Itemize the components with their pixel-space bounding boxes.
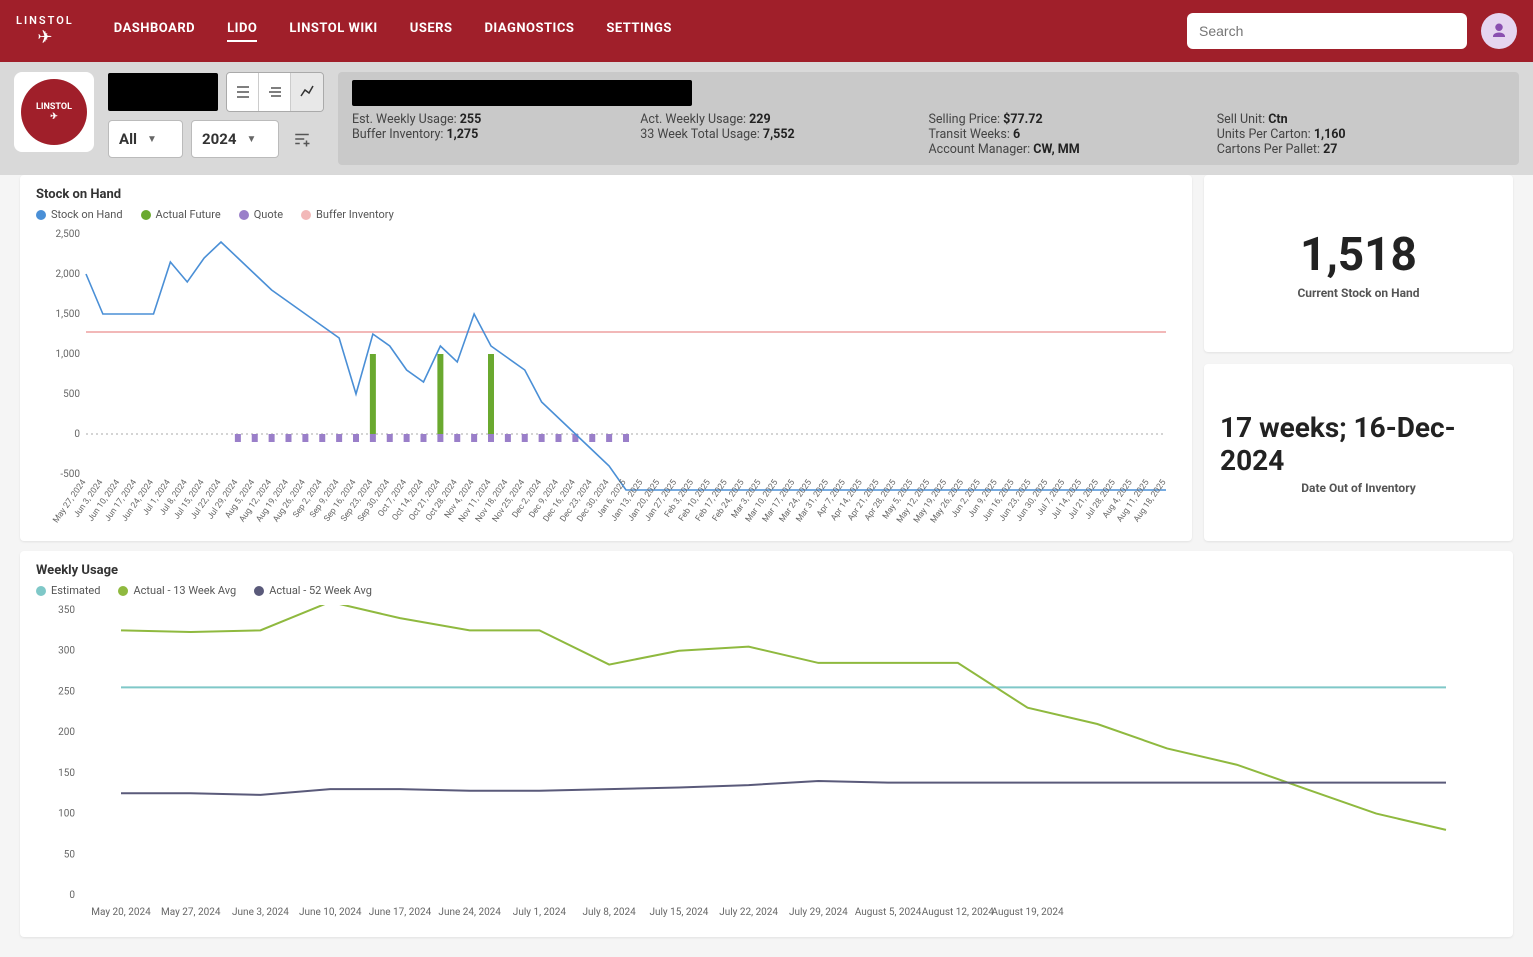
weekly-usage-card: Weekly Usage Estimated Actual - 13 Week A… [20, 551, 1513, 937]
legend-item: Actual - 13 Week Avg [118, 584, 236, 597]
stock-on-hand-card: Stock on Hand Stock on Hand Actual Future… [20, 175, 1192, 541]
top-navbar: LINSTOL ✈ DASHBOARD LIDO LINSTOL WIKI USERS… [0, 0, 1533, 62]
info-cell: Est. Weekly Usage: 255 [352, 112, 640, 127]
tune-button[interactable] [287, 120, 317, 158]
info-cell: Act. Weekly Usage: 229 [640, 112, 928, 127]
user-icon [1490, 22, 1508, 40]
legend-item: Stock on Hand [36, 208, 123, 221]
svg-text:150: 150 [58, 768, 75, 779]
svg-text:50: 50 [64, 849, 76, 860]
kpi-value: 17 weeks; 16-Dec-2024 [1220, 411, 1497, 477]
svg-text:May 20, 2024: May 20, 2024 [91, 907, 151, 918]
user-avatar[interactable] [1481, 13, 1517, 49]
list-icon [235, 84, 251, 100]
svg-text:100: 100 [58, 809, 75, 820]
svg-text:June 10, 2024: June 10, 2024 [299, 907, 362, 918]
nav-item-settings[interactable]: SETTINGS [606, 21, 672, 42]
kpi-label: Date Out of Inventory [1301, 481, 1416, 495]
line-chart-icon [299, 84, 315, 100]
chart-title: Weekly Usage [36, 563, 1497, 578]
svg-text:June 24, 2024: June 24, 2024 [438, 907, 501, 918]
info-cell: Transit Weeks: 6 [929, 127, 1217, 142]
svg-text:August 19, 2024: August 19, 2024 [991, 907, 1064, 918]
kpi-label: Current Stock on Hand [1297, 286, 1419, 300]
svg-text:2,500: 2,500 [56, 229, 81, 240]
chart-legend: Estimated Actual - 13 Week Avg Actual - 52… [36, 584, 1497, 597]
legend-item: Actual Future [141, 208, 221, 221]
svg-text:500: 500 [63, 389, 80, 400]
year-select[interactable]: 2024▼ [191, 120, 279, 158]
nav-item-users[interactable]: USERS [410, 21, 453, 42]
nav-menu: DASHBOARD LIDO LINSTOL WIKI USERS DIAGNOSTIC… [114, 21, 672, 42]
svg-text:June 3, 2024: June 3, 2024 [232, 907, 289, 918]
redacted-product-code [352, 80, 692, 106]
svg-text:250: 250 [58, 686, 75, 697]
svg-text:350: 350 [58, 605, 75, 616]
nav-item-diagnostics[interactable]: DIAGNOSTICS [484, 21, 574, 42]
view-btn-chart[interactable] [291, 73, 323, 111]
product-badge-circle: LINSTOL ✈ [21, 79, 87, 145]
info-cell: Cartons Per Pallet: 27 [1217, 142, 1505, 157]
svg-text:300: 300 [58, 646, 75, 657]
svg-text:July 15, 2024: July 15, 2024 [649, 907, 708, 918]
view-btn-compact[interactable] [259, 73, 291, 111]
svg-text:August 12, 2024: August 12, 2024 [922, 907, 995, 918]
svg-text:0: 0 [74, 429, 80, 440]
nav-item-dashboard[interactable]: DASHBOARD [114, 21, 195, 42]
kpi-value: 1,518 [1300, 228, 1417, 282]
current-stock-card: 1,518 Current Stock on Hand [1204, 175, 1513, 352]
svg-text:July 22, 2024: July 22, 2024 [719, 907, 778, 918]
product-badge: LINSTOL ✈ [14, 72, 94, 152]
chevron-down-icon: ▼ [246, 134, 256, 145]
legend-item: Buffer Inventory [301, 208, 394, 221]
search-box[interactable] [1187, 13, 1467, 49]
info-cell: Buffer Inventory: 1,275 [352, 127, 640, 142]
plane-icon: ✈ [50, 112, 58, 122]
info-cell: 33 Week Total Usage: 7,552 [640, 127, 928, 142]
svg-text:1,500: 1,500 [56, 309, 81, 320]
info-cell: Units Per Carton: 1,160 [1217, 127, 1505, 142]
info-cell [352, 142, 640, 157]
legend-item: Quote [239, 208, 283, 221]
redacted-product-name [108, 73, 218, 111]
svg-text:July 8, 2024: July 8, 2024 [583, 907, 637, 918]
info-cell [640, 142, 928, 157]
chart-title: Stock on Hand [36, 187, 1176, 202]
brand-logo-text: LINSTOL [16, 14, 74, 27]
search-input[interactable] [1199, 23, 1455, 39]
view-btn-list[interactable] [227, 73, 259, 111]
chart-legend: Stock on Hand Actual Future Quote Buffer In… [36, 208, 1176, 221]
view-mode-toggle [226, 72, 324, 112]
svg-text:August 5, 2024: August 5, 2024 [855, 907, 922, 918]
svg-text:May 27, 2024: May 27, 2024 [161, 907, 221, 918]
svg-text:2,000: 2,000 [56, 269, 81, 280]
svg-text:July 1, 2024: July 1, 2024 [513, 907, 567, 918]
stock-chart: -50005001,0001,5002,0002,500May 27, 2024… [36, 229, 1176, 529]
compact-list-icon [267, 84, 283, 100]
svg-text:200: 200 [58, 727, 75, 738]
svg-text:0: 0 [69, 890, 75, 901]
legend-item: Actual - 52 Week Avg [254, 584, 372, 597]
chevron-down-icon: ▼ [147, 134, 157, 145]
info-cell: Selling Price: $77.72 [929, 112, 1217, 127]
brand-logo: LINSTOL ✈ [16, 14, 74, 48]
svg-text:July 29, 2024: July 29, 2024 [789, 907, 848, 918]
tune-icon [293, 130, 311, 148]
svg-text:June 17, 2024: June 17, 2024 [369, 907, 432, 918]
filter-select[interactable]: All▼ [108, 120, 183, 158]
product-toolbar: LINSTOL ✈ All▼ 2024▼ Est. Weekly [0, 62, 1533, 175]
legend-item: Estimated [36, 584, 100, 597]
svg-text:-500: -500 [60, 469, 80, 480]
svg-text:1,000: 1,000 [56, 349, 81, 360]
product-info-panel: Est. Weekly Usage: 255Act. Weekly Usage:… [338, 72, 1519, 165]
usage-chart: 0 50 100 150 200 250 300 350 May 20, 2024 May 27,… [36, 605, 1496, 925]
info-cell: Account Manager: CW, MM [929, 142, 1217, 157]
out-of-inventory-card: 17 weeks; 16-Dec-2024 Date Out of Invent… [1204, 364, 1513, 541]
nav-item-lido[interactable]: LIDO [227, 21, 257, 42]
plane-icon: ✈ [37, 27, 52, 48]
nav-item-linstol-wiki[interactable]: LINSTOL WIKI [289, 21, 377, 42]
info-cell: Sell Unit: Ctn [1217, 112, 1505, 127]
